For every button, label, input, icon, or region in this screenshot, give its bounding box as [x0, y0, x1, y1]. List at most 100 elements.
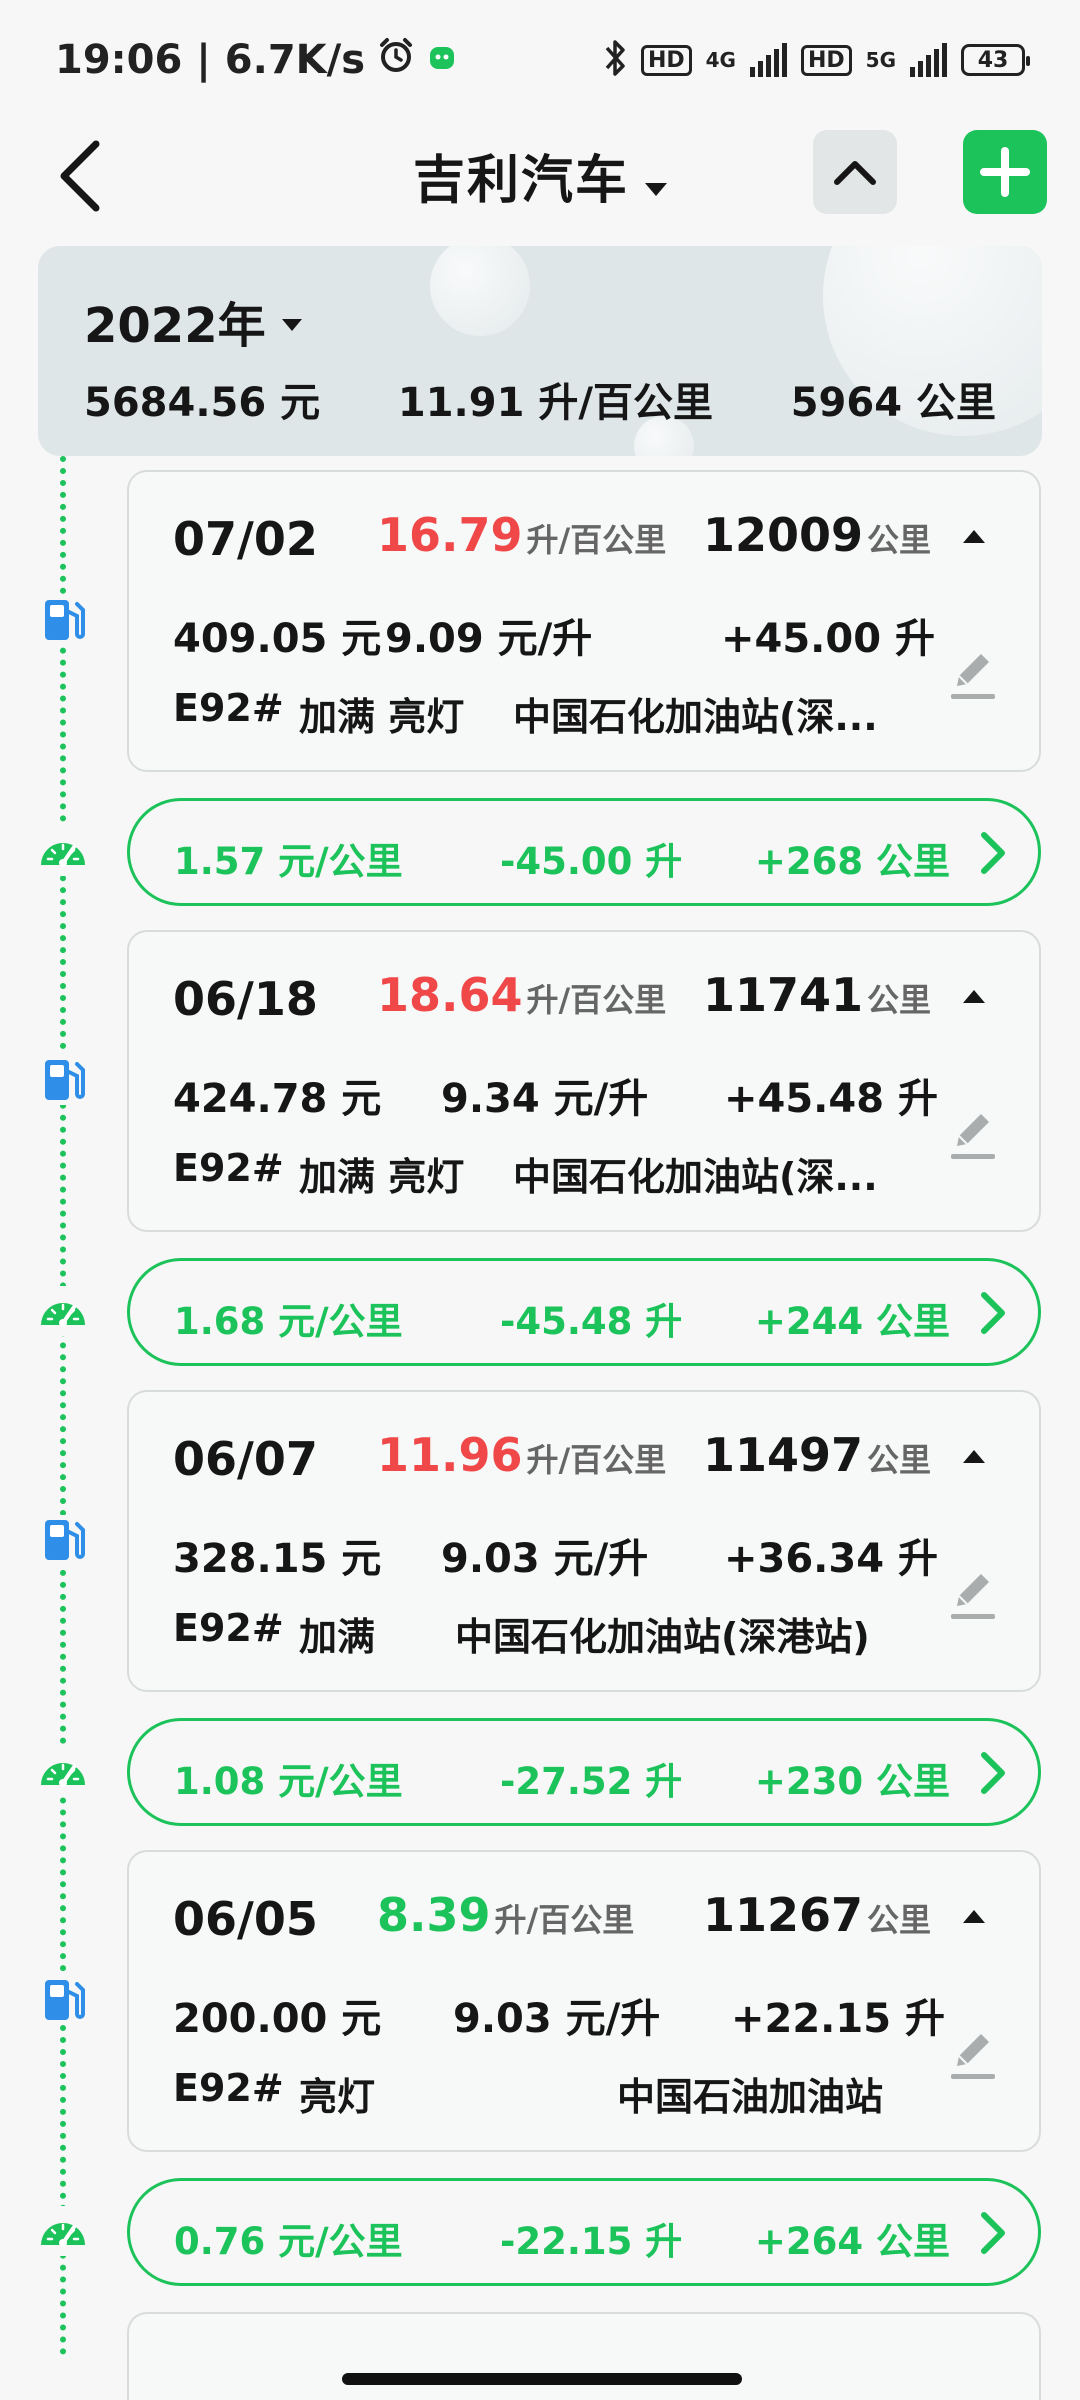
trip-segment-summary[interactable]: 0.76 元/公里 -22.15 升 +264 公里	[127, 2178, 1041, 2286]
record-consumption-unit: 升/百公里	[526, 981, 667, 1019]
refuel-record-card[interactable]: 06/18 18.64 升/百公里 11741 公里 424.78 元 9.34 元/升 +4…	[127, 930, 1041, 1232]
chevron-right-icon	[980, 2211, 1006, 2264]
segment-distance: +268 公里	[754, 840, 950, 883]
status-bar: 19:06 | 6.7K/s HD 4G HD 5G 43	[0, 0, 1080, 120]
collapse-record-icon[interactable]	[963, 990, 985, 1003]
segment-cost-per-km: 0.76 元/公里	[174, 2220, 403, 2263]
plus-icon	[980, 147, 1030, 197]
record-odometer-value: 12009	[702, 508, 863, 562]
record-consumption-value: 8.39	[377, 1888, 491, 1942]
refuel-record-card[interactable]: 07/02 16.79 升/百公里 12009 公里 409.05 元 9.09 元/升 +4…	[127, 470, 1041, 772]
speedometer-icon	[38, 1746, 88, 1796]
record-date: 06/18	[173, 972, 318, 1026]
summary-avg-consumption: 11.91 升/百公里	[397, 380, 713, 426]
record-consumption: 11.96 升/百公里	[377, 1428, 666, 1482]
alarm-clock-icon	[377, 36, 415, 84]
page-title: 吉利汽车	[412, 151, 629, 211]
battery-icon: 43	[961, 44, 1030, 76]
edit-record-button[interactable]	[947, 646, 999, 704]
bluetooth-icon	[603, 38, 627, 82]
hd-badge-1: HD	[640, 44, 692, 76]
record-card-partial[interactable]	[127, 2312, 1041, 2400]
record-volume: +36.34 升	[724, 1536, 938, 1582]
record-fuel-type: E92#	[173, 686, 284, 730]
record-consumption: 8.39 升/百公里	[377, 1888, 634, 1942]
year-selector[interactable]: 2022年	[84, 286, 302, 356]
vehicle-selector[interactable]: 吉利汽车	[0, 138, 1080, 213]
segment-distance: +264 公里	[754, 2220, 950, 2263]
record-date: 07/02	[173, 512, 318, 566]
record-price: 9.09 元/升	[385, 616, 593, 662]
refuel-record-card[interactable]: 06/05 8.39 升/百公里 11267 公里 200.00 元 9.03 元/升 +22…	[127, 1850, 1041, 2152]
record-cost: 200.00 元	[173, 1996, 382, 2042]
edit-pencil-icon	[947, 1574, 999, 1628]
record-consumption-value: 11.96	[377, 1428, 523, 1482]
record-consumption-unit: 升/百公里	[526, 521, 667, 559]
collapse-record-icon[interactable]	[963, 530, 985, 543]
home-indicator[interactable]	[342, 2373, 742, 2385]
dropdown-caret-icon	[645, 183, 667, 196]
status-left: 19:06 | 6.7K/s	[55, 36, 457, 84]
collapse-record-icon[interactable]	[963, 1910, 985, 1923]
record-odometer: 12009 公里	[703, 508, 931, 562]
record-tags: 加满 亮灯	[299, 695, 465, 739]
segment-distance: +244 公里	[754, 1300, 950, 1343]
record-consumption: 16.79 升/百公里	[377, 508, 666, 562]
record-date: 06/07	[173, 1432, 318, 1486]
record-odometer-value: 11497	[702, 1428, 863, 1482]
edit-pencil-icon	[947, 654, 999, 708]
record-station: 中国石化加油站(深...	[513, 695, 878, 739]
status-time-speed: 19:06 | 6.7K/s	[55, 37, 366, 83]
trip-segment-summary[interactable]: 1.68 元/公里 -45.48 升 +244 公里	[127, 1258, 1041, 1366]
network-type-2: 5G	[865, 48, 896, 72]
record-fuel-type: E92#	[173, 1606, 284, 1650]
summary-total-cost: 5684.56 元	[84, 380, 321, 426]
record-odometer: 11741 公里	[703, 968, 931, 1022]
segment-fuel-used: -45.00 升	[500, 840, 683, 883]
edit-record-button[interactable]	[947, 1106, 999, 1164]
signal-strength-1-icon	[749, 43, 787, 77]
record-tags: 加满 亮灯	[299, 1155, 465, 1199]
record-tags: 亮灯	[299, 2075, 376, 2119]
record-odometer-unit: 公里	[866, 1441, 931, 1479]
record-consumption: 18.64 升/百公里	[377, 968, 666, 1022]
segment-fuel-used: -27.52 升	[500, 1760, 683, 1803]
record-cost: 328.15 元	[173, 1536, 382, 1582]
record-odometer: 11497 公里	[703, 1428, 931, 1482]
record-date: 06/05	[173, 1892, 318, 1946]
chevron-right-icon	[980, 831, 1006, 884]
record-fuel-type: E92#	[173, 1146, 284, 1190]
trip-segment-summary[interactable]: 1.57 元/公里 -45.00 升 +268 公里	[127, 798, 1041, 906]
hd-badge-2: HD	[800, 44, 852, 76]
speedometer-icon	[38, 1286, 88, 1336]
collapse-record-icon[interactable]	[963, 1450, 985, 1463]
record-fuel-type: E92#	[173, 2066, 284, 2110]
trip-segment-summary[interactable]: 1.08 元/公里 -27.52 升 +230 公里	[127, 1718, 1041, 1826]
year-summary-card: 2022年 5684.56 元 11.91 升/百公里 5964 公里	[38, 246, 1042, 456]
collapse-all-button[interactable]	[813, 130, 897, 214]
record-volume: +45.00 升	[721, 616, 935, 662]
edit-record-button[interactable]	[947, 1566, 999, 1624]
timeline-line	[60, 456, 66, 2356]
record-odometer-value: 11267	[702, 1888, 863, 1942]
add-record-button[interactable]	[963, 130, 1047, 214]
year-label: 2022年	[84, 298, 266, 354]
edit-pencil-icon	[947, 1114, 999, 1168]
segment-fuel-used: -22.15 升	[500, 2220, 683, 2263]
record-station: 中国石化加油站(深港站)	[455, 1615, 870, 1659]
record-price: 9.34 元/升	[441, 1076, 649, 1122]
record-volume: +22.15 升	[731, 1996, 945, 2042]
fuel-pump-icon	[38, 1515, 88, 1565]
year-dropdown-caret-icon	[281, 319, 302, 331]
record-consumption-value: 18.64	[377, 968, 523, 1022]
summary-stats: 5684.56 元 11.91 升/百公里 5964 公里	[84, 370, 996, 428]
fuel-pump-icon	[38, 1055, 88, 1105]
fuel-pump-icon	[38, 1975, 88, 2025]
record-tags: 加满	[299, 1615, 376, 1659]
segment-cost-per-km: 1.08 元/公里	[174, 1760, 403, 1803]
edit-record-button[interactable]	[947, 2026, 999, 2084]
record-odometer-value: 11741	[702, 968, 863, 1022]
record-cost: 424.78 元	[173, 1076, 382, 1122]
refuel-record-card[interactable]: 06/07 11.96 升/百公里 11497 公里 328.15 元 9.03 元/升 +3…	[127, 1390, 1041, 1692]
segment-cost-per-km: 1.57 元/公里	[174, 840, 403, 883]
